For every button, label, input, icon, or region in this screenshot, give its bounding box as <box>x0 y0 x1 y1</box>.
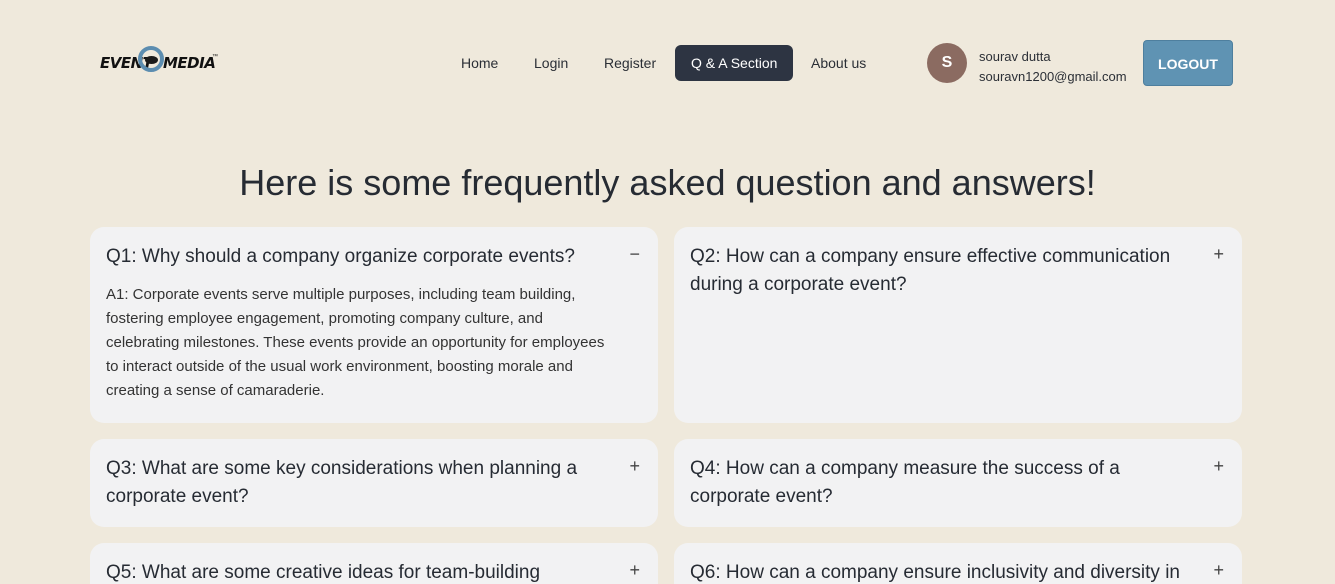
faq-question: Q6: How can a company ensure inclusivity… <box>690 562 1181 583</box>
expand-icon[interactable]: + <box>1213 244 1224 264</box>
nav-home[interactable]: Home <box>461 45 498 81</box>
faq-card-4[interactable]: Q4: How can a company measure the succes… <box>674 439 1242 527</box>
faq-card-2[interactable]: Q2: How can a company ensure effective c… <box>674 227 1242 423</box>
nav-qa-section[interactable]: Q & A Section <box>675 45 794 81</box>
collapse-icon[interactable]: − <box>629 244 640 264</box>
nav-register[interactable]: Register <box>604 45 656 81</box>
page-title: Here is some frequently asked question a… <box>239 162 1096 203</box>
logo-text-right: MEDIA <box>163 54 216 72</box>
event-media-logo[interactable]: EVENT MEDIA ™ <box>100 46 218 82</box>
logout-button[interactable]: LOGOUT <box>1143 40 1233 86</box>
expand-icon[interactable]: + <box>1213 560 1224 580</box>
header: EVENT MEDIA ™ Home Login Register Q & A … <box>0 0 1335 126</box>
faq-question: Q5: What are some creative ideas for tea… <box>106 562 541 583</box>
faq-card-1[interactable]: Q1: Why should a company organize corpor… <box>90 227 658 423</box>
faq-card-3[interactable]: Q3: What are some key considerations whe… <box>90 439 658 527</box>
logo-trademark: ™ <box>212 54 218 60</box>
expand-icon[interactable]: + <box>629 560 640 580</box>
user-email: souravn1200@gmail.com <box>979 69 1127 84</box>
nav-login[interactable]: Login <box>534 45 568 81</box>
expand-icon[interactable]: + <box>1213 456 1224 476</box>
faq-answer: A1: Corporate events serve multiple purp… <box>106 286 605 399</box>
expand-icon[interactable]: + <box>629 456 640 476</box>
faq-card-5[interactable]: Q5: What are some creative ideas for tea… <box>90 543 658 584</box>
faq-question: Q4: How can a company measure the succes… <box>690 458 1120 507</box>
logo-ring-icon <box>138 46 164 72</box>
user-name: sourav dutta <box>979 49 1051 64</box>
nav-about-us[interactable]: About us <box>811 45 866 81</box>
avatar[interactable]: S <box>927 43 967 83</box>
faq-card-6[interactable]: Q6: How can a company ensure inclusivity… <box>674 543 1242 584</box>
faq-question: Q2: How can a company ensure effective c… <box>690 246 1171 295</box>
faq-question: Q3: What are some key considerations whe… <box>106 458 578 507</box>
faq-question: Q1: Why should a company organize corpor… <box>106 246 575 267</box>
